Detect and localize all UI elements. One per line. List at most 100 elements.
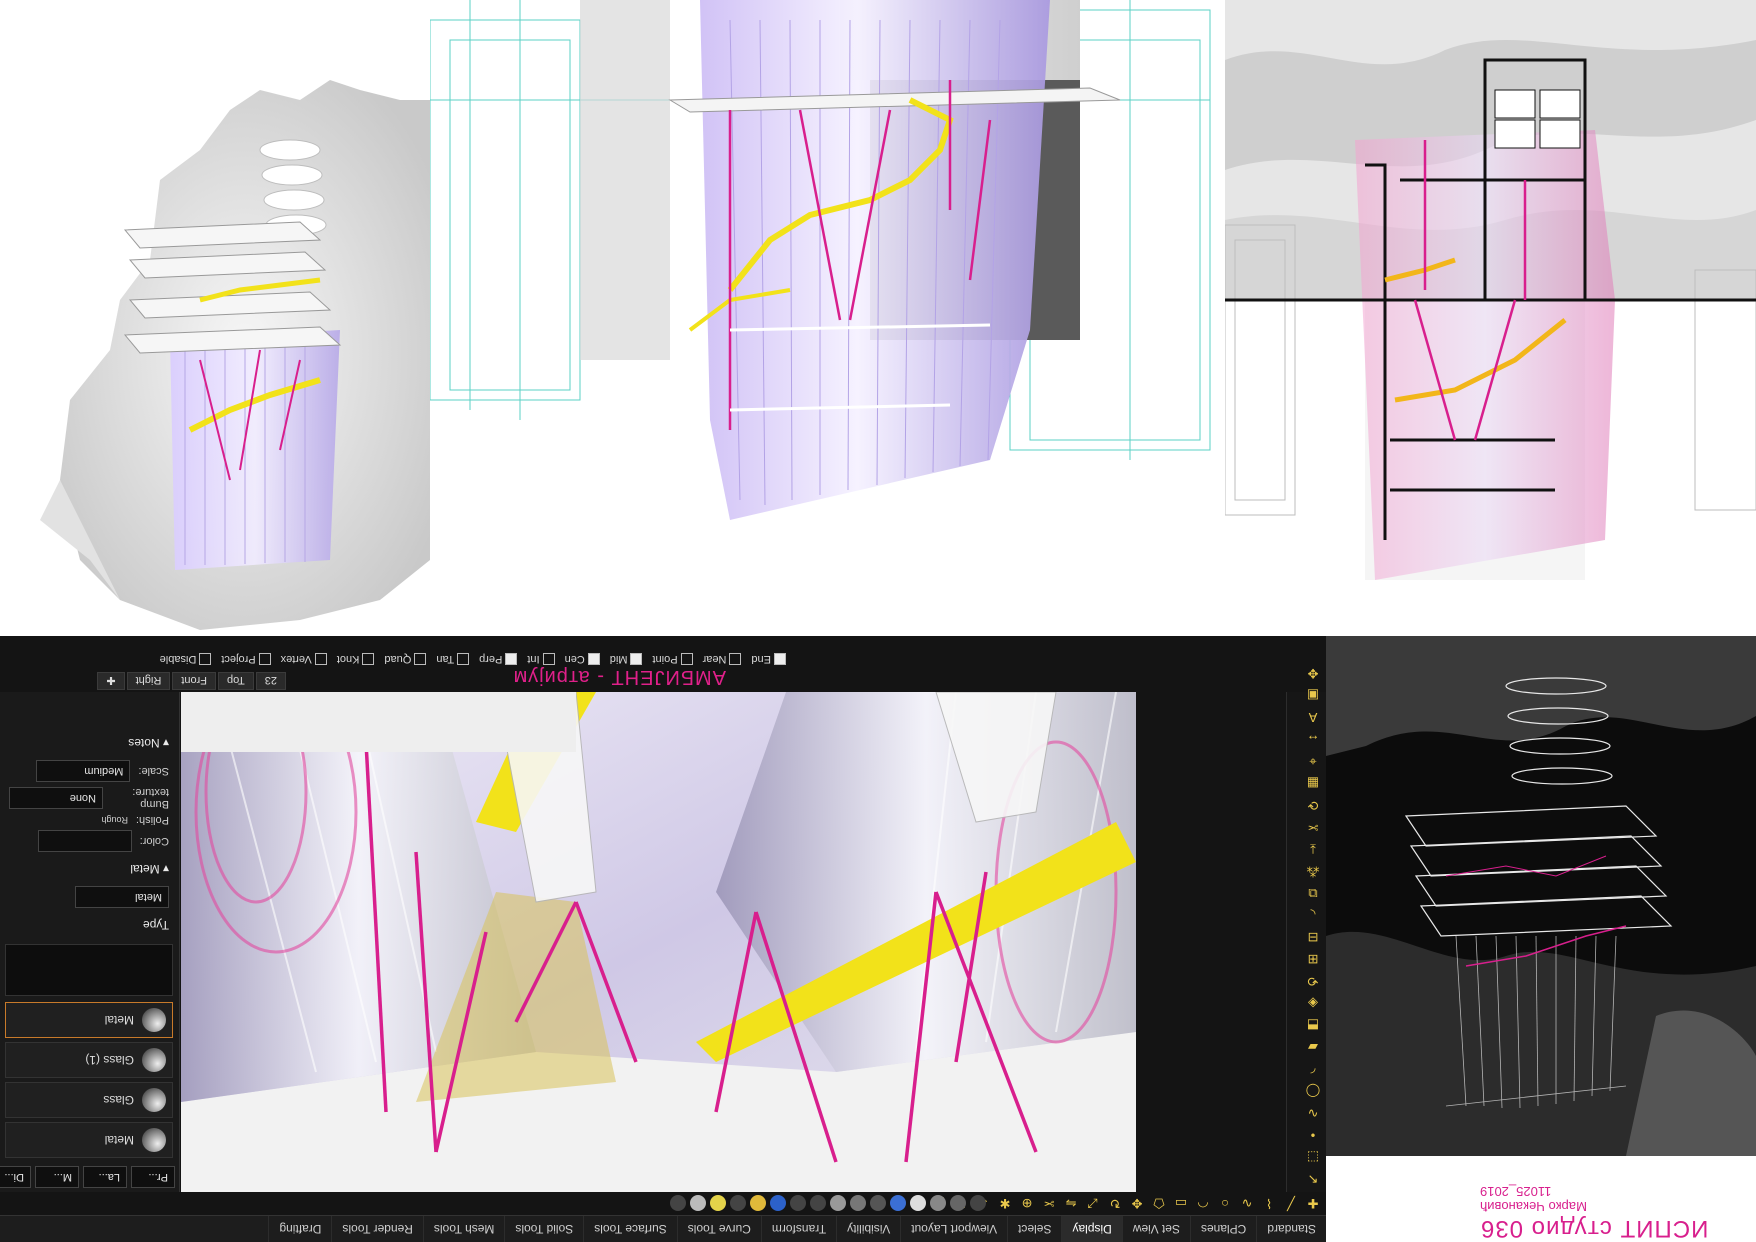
line-tool-icon[interactable]: ╱ [1282, 1194, 1300, 1212]
analyze-icon[interactable]: ⌖ [1304, 752, 1322, 770]
osnap-cen[interactable]: Cen [565, 653, 600, 665]
osnap-vertex[interactable]: Vertex [281, 653, 327, 665]
offset-icon[interactable]: ⧉ [1304, 884, 1322, 902]
tab-cplanes[interactable]: CPlanes [1189, 1216, 1257, 1242]
rotate-tool-icon[interactable]: ↻ [1106, 1194, 1124, 1212]
osnap-knot[interactable]: Knot [337, 653, 375, 665]
checkbox[interactable] [199, 653, 212, 665]
checkbox[interactable] [630, 653, 643, 665]
tab-mesh-tools[interactable]: Mesh Tools [422, 1216, 505, 1242]
type-select[interactable]: Metal [9, 886, 169, 908]
wireframe-mode-icon[interactable] [970, 1195, 986, 1211]
extrude-icon[interactable]: ⬒ [1304, 1016, 1322, 1034]
checkbox[interactable] [414, 653, 427, 665]
osnap-disable[interactable]: Disable [160, 653, 212, 665]
polyline-tool-icon[interactable]: ⌇ [1260, 1194, 1278, 1212]
mesh-icon[interactable]: ▦ [1304, 774, 1322, 792]
add-viewport-icon[interactable]: ✚ [97, 672, 125, 690]
point-tool-icon[interactable]: ✚ [1304, 1194, 1322, 1212]
rectangle-tool-icon[interactable]: ▭ [1172, 1194, 1190, 1212]
globe-icon[interactable] [770, 1195, 786, 1211]
metal-section-header[interactable]: ▾ Metal [0, 856, 179, 882]
tab-select[interactable]: Select [1007, 1216, 1062, 1242]
checkbox[interactable] [457, 653, 470, 665]
perspective-viewport[interactable] [181, 692, 1136, 1192]
window-select-icon[interactable]: ⬚ [1304, 1148, 1322, 1166]
bump-value[interactable]: None [9, 787, 103, 809]
panel-tab-properties[interactable]: Pr... [131, 1166, 175, 1188]
rendered-mode-icon[interactable] [930, 1195, 946, 1211]
sweep-icon[interactable]: ⟲ [1304, 972, 1322, 990]
tab-curve-tools[interactable]: Curve Tools [676, 1216, 761, 1242]
viewtab-top[interactable]: Top [218, 672, 254, 690]
tab-surface-tools[interactable]: Surface Tools [583, 1216, 677, 1242]
checkbox[interactable] [587, 653, 600, 665]
block-icon[interactable]: ▣ [1304, 686, 1322, 704]
text-icon[interactable]: A [1304, 708, 1322, 726]
light-icon[interactable] [710, 1195, 726, 1211]
artistic-mode-icon[interactable] [850, 1195, 866, 1211]
material-item[interactable]: Metal [5, 1122, 173, 1158]
explode-tool-icon[interactable]: ✱ [996, 1194, 1014, 1212]
panel-tab-display[interactable]: Di... [0, 1166, 31, 1188]
osnap-quad[interactable]: Quad [384, 653, 427, 665]
tab-display[interactable]: Display [1061, 1216, 1122, 1242]
color-swatch[interactable] [37, 830, 132, 852]
osnap-end[interactable]: End [751, 653, 786, 665]
arc-draw-icon[interactable]: ◜ [1304, 1060, 1322, 1078]
scale-value[interactable]: Medium [36, 760, 131, 782]
viewtab-front[interactable]: Front [172, 672, 216, 690]
layer-icon[interactable] [790, 1195, 806, 1211]
panel-tab-layers[interactable]: La... [83, 1166, 127, 1188]
point-snap-icon[interactable]: • [1304, 1126, 1322, 1144]
select-tool-icon[interactable]: ↖ [1304, 1170, 1322, 1188]
project-icon[interactable]: ⤓ [1304, 840, 1322, 858]
checkbox[interactable] [680, 653, 693, 665]
dimension-icon[interactable]: ↔ [1304, 730, 1322, 748]
circle-tool-icon[interactable]: ○ [1216, 1194, 1234, 1212]
rebuild-icon[interactable]: ⟳ [1304, 796, 1322, 814]
osnap-point[interactable]: Point [653, 653, 693, 665]
osnap-tan[interactable]: Tan [436, 653, 470, 665]
osnap-mid[interactable]: Mid [610, 653, 643, 665]
osnap-project[interactable]: Project [221, 653, 271, 665]
box-icon[interactable] [690, 1195, 706, 1211]
checkbox[interactable] [774, 653, 786, 665]
loft-icon[interactable]: ◈ [1304, 994, 1322, 1012]
circle-draw-icon[interactable]: ◯ [1304, 1082, 1322, 1100]
trim-tool-icon[interactable]: ✂ [1040, 1194, 1058, 1212]
mirror-tool-icon[interactable]: ⇋ [1062, 1194, 1080, 1212]
notes-section-header[interactable]: ▾ Notes [0, 730, 179, 756]
checkbox[interactable] [505, 653, 518, 665]
ghosted-mode-icon[interactable] [910, 1195, 926, 1211]
osnap-perp[interactable]: Perp [479, 653, 518, 665]
tab-drafting[interactable]: Drafting [268, 1216, 332, 1242]
material-item-selected[interactable]: Metal [5, 1002, 173, 1038]
panel-tab-materials[interactable]: M... [35, 1166, 79, 1188]
curve-tool-icon[interactable]: ∿ [1238, 1194, 1256, 1212]
fillet-icon[interactable]: ◟ [1304, 906, 1322, 924]
arc-tool-icon[interactable]: ◠ [1194, 1194, 1212, 1212]
type-value[interactable]: Metal [75, 886, 169, 908]
boolean-diff-icon[interactable]: ⊟ [1304, 928, 1322, 946]
render-icon[interactable] [670, 1195, 686, 1211]
technical-mode-icon[interactable] [870, 1195, 886, 1211]
scale-tool-icon[interactable]: ⤢ [1084, 1194, 1102, 1212]
xray-mode-icon[interactable] [890, 1195, 906, 1211]
material-item[interactable]: Glass [5, 1082, 173, 1118]
osnap-int[interactable]: Int [527, 653, 555, 665]
sun-icon[interactable] [750, 1195, 766, 1211]
tab-set-view[interactable]: Set View [1121, 1216, 1190, 1242]
split-icon[interactable]: ✂ [1304, 818, 1322, 836]
tab-viewport-layout[interactable]: Viewport Layout [900, 1216, 1008, 1242]
pen-mode-icon[interactable] [830, 1195, 846, 1211]
osnap-near[interactable]: Near [703, 653, 742, 665]
shaded-mode-icon[interactable] [950, 1195, 966, 1211]
lock-icon[interactable] [810, 1195, 826, 1211]
tab-solid-tools[interactable]: Solid Tools [504, 1216, 584, 1242]
move-tool-icon[interactable]: ✥ [1128, 1194, 1146, 1212]
checkbox[interactable] [314, 653, 327, 665]
array-icon[interactable]: ⁂ [1304, 862, 1322, 880]
tab-standard[interactable]: Standard [1256, 1216, 1326, 1242]
checkbox[interactable] [258, 653, 271, 665]
